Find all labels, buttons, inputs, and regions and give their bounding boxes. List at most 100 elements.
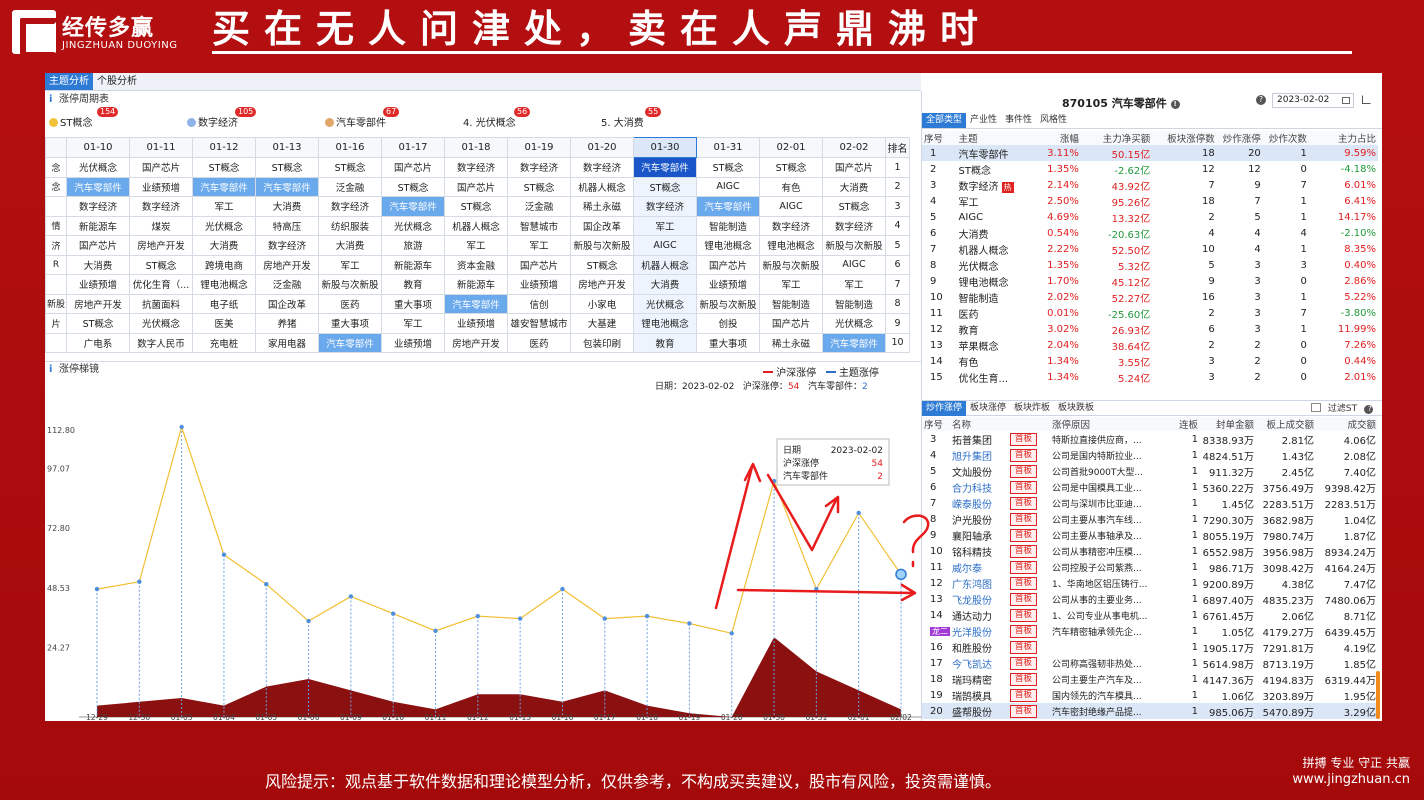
date-header[interactable]: 01-31 [696, 137, 761, 158]
tab-sector-down[interactable]: 板块跌板 [1054, 401, 1098, 416]
theme-cell[interactable]: ST概念 [633, 176, 698, 197]
data-point[interactable] [433, 628, 438, 634]
theme-cell[interactable]: 小家电 [570, 293, 635, 314]
stock-name[interactable]: 瑞玛精密 [952, 676, 992, 687]
theme-cell[interactable]: ST概念 [255, 157, 320, 178]
stock-name[interactable]: 威尔泰 [952, 564, 982, 575]
stock-name[interactable]: 瑞鹄模具 [952, 692, 992, 703]
data-point[interactable] [264, 581, 269, 587]
theme-cell[interactable]: ST概念 [507, 176, 572, 197]
help-icon-2[interactable]: ? [1364, 405, 1373, 414]
table-row[interactable]: 19 瑞鹄模具 首板 国内领先的汽车模具... 1 1.06亿 3203.89万 1.95亿 [922, 687, 1378, 703]
theme-cell[interactable]: 光伏概念 [66, 157, 131, 178]
stock-name[interactable]: 拓普集团 [952, 436, 992, 447]
theme-cell[interactable]: 光伏概念 [129, 313, 194, 334]
table-row[interactable]: 6 合力科技 首板 公司是中国模具工业... 1 5360.22万 3756.49万 9398… [922, 479, 1378, 495]
stock-name[interactable]: 光洋股份 [952, 628, 992, 639]
date-header[interactable]: 01-20 [570, 137, 635, 158]
theme-cell[interactable]: 数字经济 [633, 196, 698, 217]
date-header[interactable]: 01-17 [381, 137, 446, 158]
theme-cell[interactable]: 锂电池概念 [192, 274, 257, 295]
data-point[interactable] [179, 424, 184, 430]
theme-cell[interactable]: 资本金融 [444, 254, 509, 275]
theme-cell[interactable]: 军工 [192, 196, 257, 217]
data-point[interactable] [644, 613, 650, 619]
theme-cell[interactable]: 机器人概念 [444, 215, 509, 236]
theme-cell[interactable]: 汽车零部件 [696, 196, 761, 217]
theme-cell[interactable]: ST概念 [318, 157, 383, 178]
theme-cell[interactable]: 智能制造 [696, 215, 761, 236]
stock-name[interactable]: 嵘泰股份 [952, 500, 992, 511]
table-row[interactable]: 17 今飞凯达 首板 公司称高强韧非热处... 1 5614.98万 8713.19万 1.8… [922, 655, 1378, 671]
column-header[interactable]: 连板 [1174, 417, 1200, 431]
theme-cell[interactable]: 医药 [507, 332, 572, 353]
theme-cell[interactable]: 医药 [318, 293, 383, 314]
theme-cell[interactable]: 业绩预增 [66, 274, 131, 295]
theme-cell[interactable]: 国产芯片 [759, 313, 824, 334]
theme-cell[interactable]: 数字经济 [444, 157, 509, 178]
table-row[interactable]: 13 苹果概念 2.04% 38.64亿 2 2 0 7.26% [922, 337, 1378, 353]
export-icon[interactable] [1362, 95, 1371, 104]
theme-cell[interactable]: 房地产开发 [255, 254, 320, 275]
stock-name[interactable]: 旭升集团 [952, 452, 992, 463]
stock-name[interactable]: 广东鸿图 [952, 580, 992, 591]
theme-cell[interactable]: 数字经济 [255, 235, 320, 256]
theme-cell[interactable]: 包装印刷 [570, 332, 635, 353]
stock-name[interactable]: 襄阳轴承 [952, 532, 992, 543]
column-header[interactable]: 主题 [956, 131, 1038, 145]
theme-cell[interactable]: 汽车零部件 [822, 332, 887, 353]
theme-cell[interactable]: 智能制造 [759, 293, 824, 314]
column-header[interactable]: 序号 [922, 131, 957, 145]
info-icon[interactable]: ! [1170, 100, 1180, 109]
theme-cell[interactable]: 光伏概念 [633, 293, 698, 314]
top-theme-4[interactable]: 4. 光伏概念 56 [463, 107, 531, 129]
table-row[interactable]: 10 智能制造 2.02% 52.27亿 16 3 1 5.22% [922, 289, 1378, 305]
theme-cell[interactable]: 智能制造 [822, 293, 887, 314]
stock-name[interactable]: 盛帮股份 [952, 708, 992, 719]
theme-cell[interactable]: AIGC [759, 196, 824, 217]
theme-cell[interactable]: 汽车零部件 [444, 293, 509, 314]
theme-cell[interactable]: 新能源车 [381, 254, 446, 275]
theme-cell[interactable]: 国产芯片 [129, 157, 194, 178]
table-row[interactable]: 9 锂电池概念 1.70% 45.12亿 9 3 0 2.86% [922, 273, 1378, 289]
theme-cell[interactable]: 国企改革 [570, 215, 635, 236]
theme-cell[interactable]: 房地产开发 [129, 235, 194, 256]
theme-cell[interactable]: ST概念 [444, 196, 509, 217]
table-row[interactable]: 18 瑞玛精密 首板 公司主要生产汽车及... 1 4147.36万 4194.83万 631… [922, 671, 1378, 687]
top-theme-5[interactable]: 5. 大消费 55 [601, 107, 662, 129]
theme-cell[interactable]: ST概念 [192, 157, 257, 178]
theme-cell[interactable]: 数字经济 [318, 196, 383, 217]
theme-cell[interactable]: 数字人民币 [129, 332, 194, 353]
theme-cell[interactable]: 稀土永磁 [570, 196, 635, 217]
table-row[interactable]: 9 襄阳轴承 首板 公司主要从事轴承及... 1 8055.19万 7980.74万 1.87… [922, 527, 1378, 543]
tab-style[interactable]: 风格性 [1036, 113, 1071, 128]
column-header[interactable]: 序号 [922, 417, 950, 431]
theme-cell[interactable]: 信创 [507, 293, 572, 314]
data-point[interactable] [306, 618, 311, 624]
theme-cell[interactable]: 广电系 [66, 332, 131, 353]
theme-cell[interactable]: 汽车零部件 [633, 157, 698, 178]
stock-name[interactable]: 铭科精技 [952, 548, 992, 559]
theme-cell[interactable]: 重大事项 [696, 332, 761, 353]
theme-cell[interactable]: 智慧城市 [507, 215, 572, 236]
theme-cell[interactable]: 军工 [759, 274, 824, 295]
top-theme-3[interactable]: 汽车零部件 67 [325, 107, 400, 129]
table-row[interactable]: 2 ST概念 1.35% -2.62亿 12 12 0 -4.18% [922, 161, 1378, 177]
date-header[interactable]: 02-01 [759, 137, 824, 158]
data-point[interactable] [391, 611, 396, 616]
date-picker[interactable]: 2023-02-02 [1272, 93, 1354, 108]
table-row[interactable]: 8 沪光股份 首板 公司主要从事汽车线... 1 7290.30万 3682.98万 1.04… [922, 511, 1378, 527]
data-point[interactable] [856, 510, 861, 516]
theme-cell[interactable]: 军工 [822, 274, 887, 295]
stock-name[interactable]: 合力科技 [952, 484, 992, 495]
date-header[interactable]: 01-13 [255, 137, 320, 158]
theme-cell[interactable]: 优化生育（... [129, 274, 194, 295]
theme-cell[interactable]: 汽车零部件 [66, 176, 131, 197]
date-header[interactable]: 01-19 [507, 137, 572, 158]
theme-cell[interactable]: 纺织服装 [318, 215, 383, 236]
theme-cell[interactable]: 数字经济 [822, 215, 887, 236]
theme-cell[interactable]: ST概念 [570, 254, 635, 275]
table-row[interactable]: 11 医药 0.01% -25.60亿 2 3 7 -3.80% [922, 305, 1378, 321]
filter-checkbox[interactable] [1311, 403, 1322, 412]
column-header[interactable]: 板上成交额 [1256, 417, 1316, 431]
